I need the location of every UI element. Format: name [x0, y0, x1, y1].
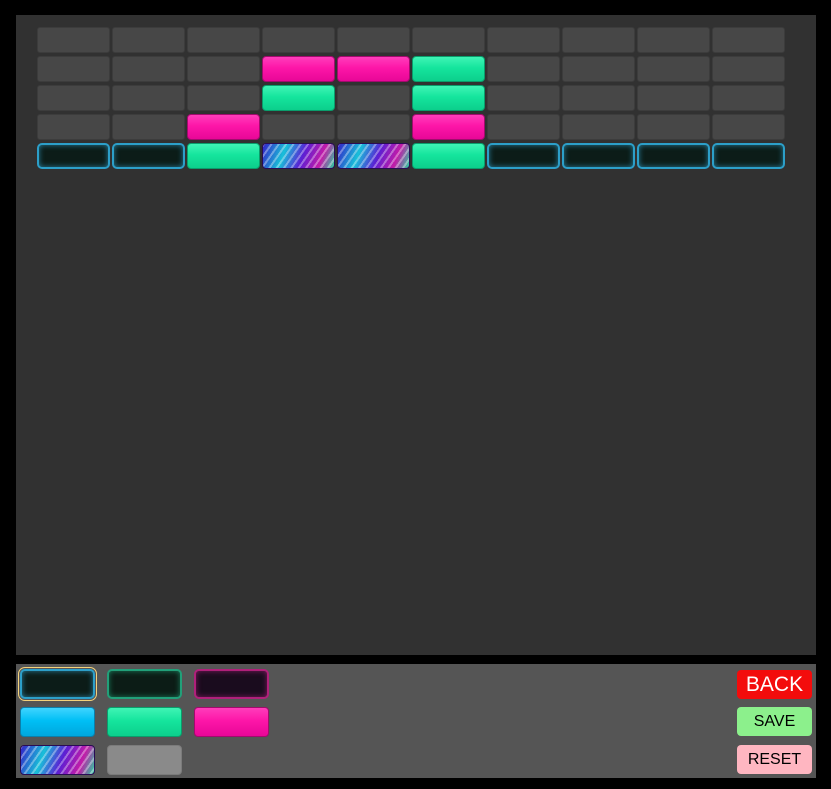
- empty-cell[interactable]: [712, 56, 785, 82]
- empty-cell[interactable]: [37, 114, 110, 140]
- empty-cell[interactable]: [262, 27, 335, 53]
- empty-cell[interactable]: [337, 27, 410, 53]
- empty-cell[interactable]: [487, 27, 560, 53]
- empty-cell[interactable]: [637, 85, 710, 111]
- green-brick[interactable]: [412, 85, 485, 111]
- palette-dark-green-brick[interactable]: [107, 669, 182, 699]
- empty-cell[interactable]: [37, 27, 110, 53]
- empty-cell[interactable]: [487, 56, 560, 82]
- green-brick[interactable]: [262, 85, 335, 111]
- magenta-brick[interactable]: [412, 114, 485, 140]
- empty-cell[interactable]: [562, 56, 635, 82]
- empty-cell[interactable]: [112, 27, 185, 53]
- empty-cell[interactable]: [412, 27, 485, 53]
- empty-cell[interactable]: [562, 114, 635, 140]
- dark-cyan-brick[interactable]: [487, 143, 560, 169]
- green-brick[interactable]: [412, 56, 485, 82]
- palette-magenta-brick[interactable]: [194, 707, 269, 737]
- dark-cyan-brick[interactable]: [712, 143, 785, 169]
- empty-cell[interactable]: [37, 85, 110, 111]
- back-button[interactable]: BACK: [737, 670, 812, 699]
- green-brick[interactable]: [187, 143, 260, 169]
- empty-cell[interactable]: [337, 85, 410, 111]
- magenta-brick[interactable]: [187, 114, 260, 140]
- palette-dark-magenta-brick[interactable]: [194, 669, 269, 699]
- empty-cell[interactable]: [112, 114, 185, 140]
- empty-cell[interactable]: [637, 114, 710, 140]
- empty-cell[interactable]: [562, 27, 635, 53]
- empty-cell[interactable]: [112, 56, 185, 82]
- palette-rainbow-brick[interactable]: [20, 745, 95, 775]
- reset-button[interactable]: RESET: [737, 745, 812, 774]
- rainbow-brick[interactable]: [262, 143, 335, 169]
- magenta-brick[interactable]: [262, 56, 335, 82]
- empty-cell[interactable]: [187, 56, 260, 82]
- dark-cyan-brick[interactable]: [562, 143, 635, 169]
- rainbow-brick[interactable]: [337, 143, 410, 169]
- palette-cyan-brick[interactable]: [20, 707, 95, 737]
- editor-panel: BACK SAVE RESET: [16, 664, 816, 778]
- empty-cell[interactable]: [337, 114, 410, 140]
- empty-cell[interactable]: [187, 85, 260, 111]
- level-grid[interactable]: [16, 15, 816, 655]
- empty-cell[interactable]: [637, 56, 710, 82]
- empty-cell[interactable]: [712, 114, 785, 140]
- empty-cell[interactable]: [487, 85, 560, 111]
- save-button[interactable]: SAVE: [737, 707, 812, 736]
- empty-cell[interactable]: [562, 85, 635, 111]
- empty-cell[interactable]: [637, 27, 710, 53]
- empty-cell[interactable]: [712, 85, 785, 111]
- palette-green-brick[interactable]: [107, 707, 182, 737]
- empty-cell[interactable]: [37, 56, 110, 82]
- dark-cyan-brick[interactable]: [37, 143, 110, 169]
- green-brick[interactable]: [412, 143, 485, 169]
- empty-cell[interactable]: [487, 114, 560, 140]
- palette-dark-cyan-brick[interactable]: [18, 667, 97, 701]
- empty-cell[interactable]: [712, 27, 785, 53]
- dark-cyan-brick[interactable]: [112, 143, 185, 169]
- palette-gray-brick[interactable]: [107, 745, 182, 775]
- empty-cell[interactable]: [262, 114, 335, 140]
- empty-cell[interactable]: [112, 85, 185, 111]
- dark-cyan-brick[interactable]: [637, 143, 710, 169]
- magenta-brick[interactable]: [337, 56, 410, 82]
- empty-cell[interactable]: [187, 27, 260, 53]
